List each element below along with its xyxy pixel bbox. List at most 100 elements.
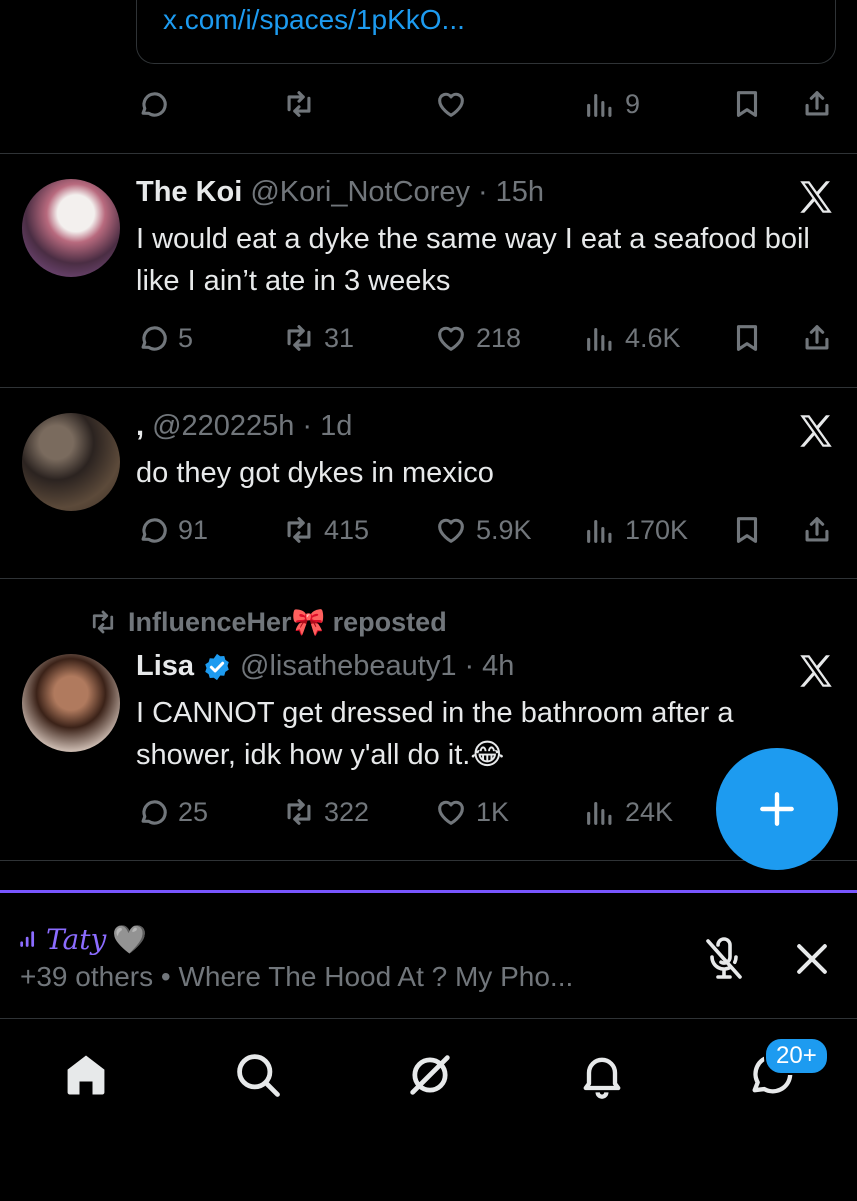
reply-icon — [141, 326, 167, 351]
handle[interactable]: @Kori_NotCorey — [250, 176, 470, 209]
audio-wave-icon — [20, 930, 35, 947]
heart-icon — [438, 92, 464, 117]
avatar[interactable] — [22, 413, 120, 511]
avatar[interactable] — [22, 179, 120, 277]
bookmark-icon — [736, 325, 758, 351]
like-count: 1K — [476, 796, 510, 827]
notifications-icon[interactable] — [576, 1049, 628, 1101]
bottom-nav — [0, 1018, 857, 1201]
reply-icon — [141, 92, 167, 117]
share-button[interactable] — [800, 318, 834, 358]
bookmark-button[interactable] — [730, 318, 764, 358]
timestamp[interactable]: 4h — [482, 650, 514, 683]
timestamp[interactable]: 1d — [320, 410, 352, 443]
views-icon — [587, 93, 612, 117]
views-count: 4.6K — [625, 322, 681, 353]
link-card[interactable]: x.com/i/spaces/1pKkO... — [136, 0, 836, 64]
divider — [0, 153, 857, 154]
repost-icon — [287, 91, 311, 117]
bookmark-icon — [736, 517, 758, 543]
display-name[interactable]: , — [136, 410, 144, 443]
close-icon[interactable] — [790, 937, 834, 981]
divider — [0, 860, 857, 861]
handle[interactable]: @220225h — [152, 410, 294, 443]
repost-count: 31 — [324, 322, 355, 353]
share-button[interactable] — [800, 84, 834, 124]
views-icon — [587, 519, 612, 543]
views-button[interactable]: 170K — [583, 510, 688, 550]
reply-button[interactable]: 5 — [136, 318, 193, 358]
reply-button[interactable]: 91 — [136, 510, 208, 550]
like-button[interactable]: 1K — [434, 792, 509, 832]
repost-icon — [92, 610, 114, 634]
repost-count: 415 — [324, 514, 370, 545]
home-icon[interactable] — [60, 1049, 112, 1101]
reply-button[interactable]: 25 — [136, 792, 208, 832]
bookmark-icon — [736, 91, 758, 117]
x-logo-icon — [800, 181, 832, 213]
reply-icon — [141, 800, 167, 825]
repost-button[interactable] — [282, 84, 316, 124]
repost-icon — [287, 325, 311, 351]
heart-icon — [438, 326, 464, 351]
views-icon — [587, 801, 612, 825]
timestamp[interactable]: 15h — [496, 176, 544, 209]
link-card-url[interactable]: x.com/i/spaces/1pKkO... — [163, 4, 465, 36]
divider — [0, 578, 857, 579]
share-icon — [805, 325, 829, 350]
avatar[interactable] — [22, 654, 120, 752]
spaces-dock[interactable]: Taty 🩶 +39 others • Where The Hood At ? … — [0, 890, 857, 1021]
repost-button[interactable]: 322 — [282, 792, 369, 832]
verified-badge-icon — [205, 653, 229, 680]
views-button[interactable]: 9 — [583, 84, 640, 124]
x-logo-icon — [800, 655, 832, 687]
tweet-text: I CANNOT get dressed in the bathroom aft… — [136, 697, 734, 771]
views-count: 9 — [625, 88, 641, 119]
repost-button[interactable]: 31 — [282, 318, 354, 358]
tweet-header: Lisa @lisathebeauty1 · 4h — [136, 650, 514, 683]
tweet-text: I would eat a dyke the same way I eat a … — [136, 223, 810, 297]
bookmark-button[interactable] — [730, 84, 764, 124]
repost-icon — [287, 799, 311, 825]
spaces-subtitle: +39 others • Where The Hood At ? My Pho.… — [20, 961, 574, 992]
mic-muted-icon[interactable] — [700, 935, 748, 983]
messages-badge: 20+ — [764, 1037, 829, 1075]
repost-button[interactable]: 415 — [282, 510, 369, 550]
like-button[interactable]: 5.9K — [434, 510, 532, 550]
reply-button[interactable] — [136, 84, 170, 124]
views-button[interactable]: 4.6K — [583, 318, 681, 358]
like-button[interactable] — [434, 84, 468, 124]
x-logo-icon — [800, 415, 832, 447]
repost-indicator[interactable]: InfluenceHer🎀 reposted — [88, 606, 447, 638]
tweet-text: do they got dykes in mexico — [136, 457, 494, 489]
host-name: Taty — [46, 923, 107, 956]
reply-count: 25 — [178, 796, 209, 827]
share-button[interactable] — [800, 510, 834, 550]
like-button[interactable]: 218 — [434, 318, 521, 358]
display-name[interactable]: Lisa — [136, 650, 194, 683]
share-icon — [805, 517, 829, 542]
action-bar: 91 415 5.9K 170K — [0, 510, 857, 550]
reposted-by: InfluenceHer🎀 reposted — [128, 607, 447, 637]
heart-icon — [438, 518, 464, 543]
reply-count: 91 — [178, 514, 209, 545]
separator: · — [464, 650, 475, 682]
views-icon — [587, 327, 612, 351]
handle[interactable]: @lisathebeauty1 — [240, 650, 456, 683]
views-count: 24K — [625, 796, 674, 827]
action-bar: 5 31 218 4.6K — [0, 318, 857, 358]
views-button[interactable]: 24K — [583, 792, 673, 832]
bookmark-button[interactable] — [730, 510, 764, 550]
separator: · — [477, 176, 488, 208]
compose-button[interactable] — [716, 748, 838, 870]
display-name[interactable]: The Koi — [136, 176, 242, 209]
views-count: 170K — [625, 514, 689, 545]
host-emoji: 🩶 — [112, 923, 148, 956]
grok-icon[interactable] — [404, 1049, 456, 1101]
like-count: 218 — [476, 322, 522, 353]
search-icon[interactable] — [232, 1049, 284, 1101]
spaces-host: Taty 🩶 — [18, 923, 147, 956]
divider — [0, 387, 857, 388]
repost-icon — [287, 517, 311, 543]
share-icon — [805, 91, 829, 116]
